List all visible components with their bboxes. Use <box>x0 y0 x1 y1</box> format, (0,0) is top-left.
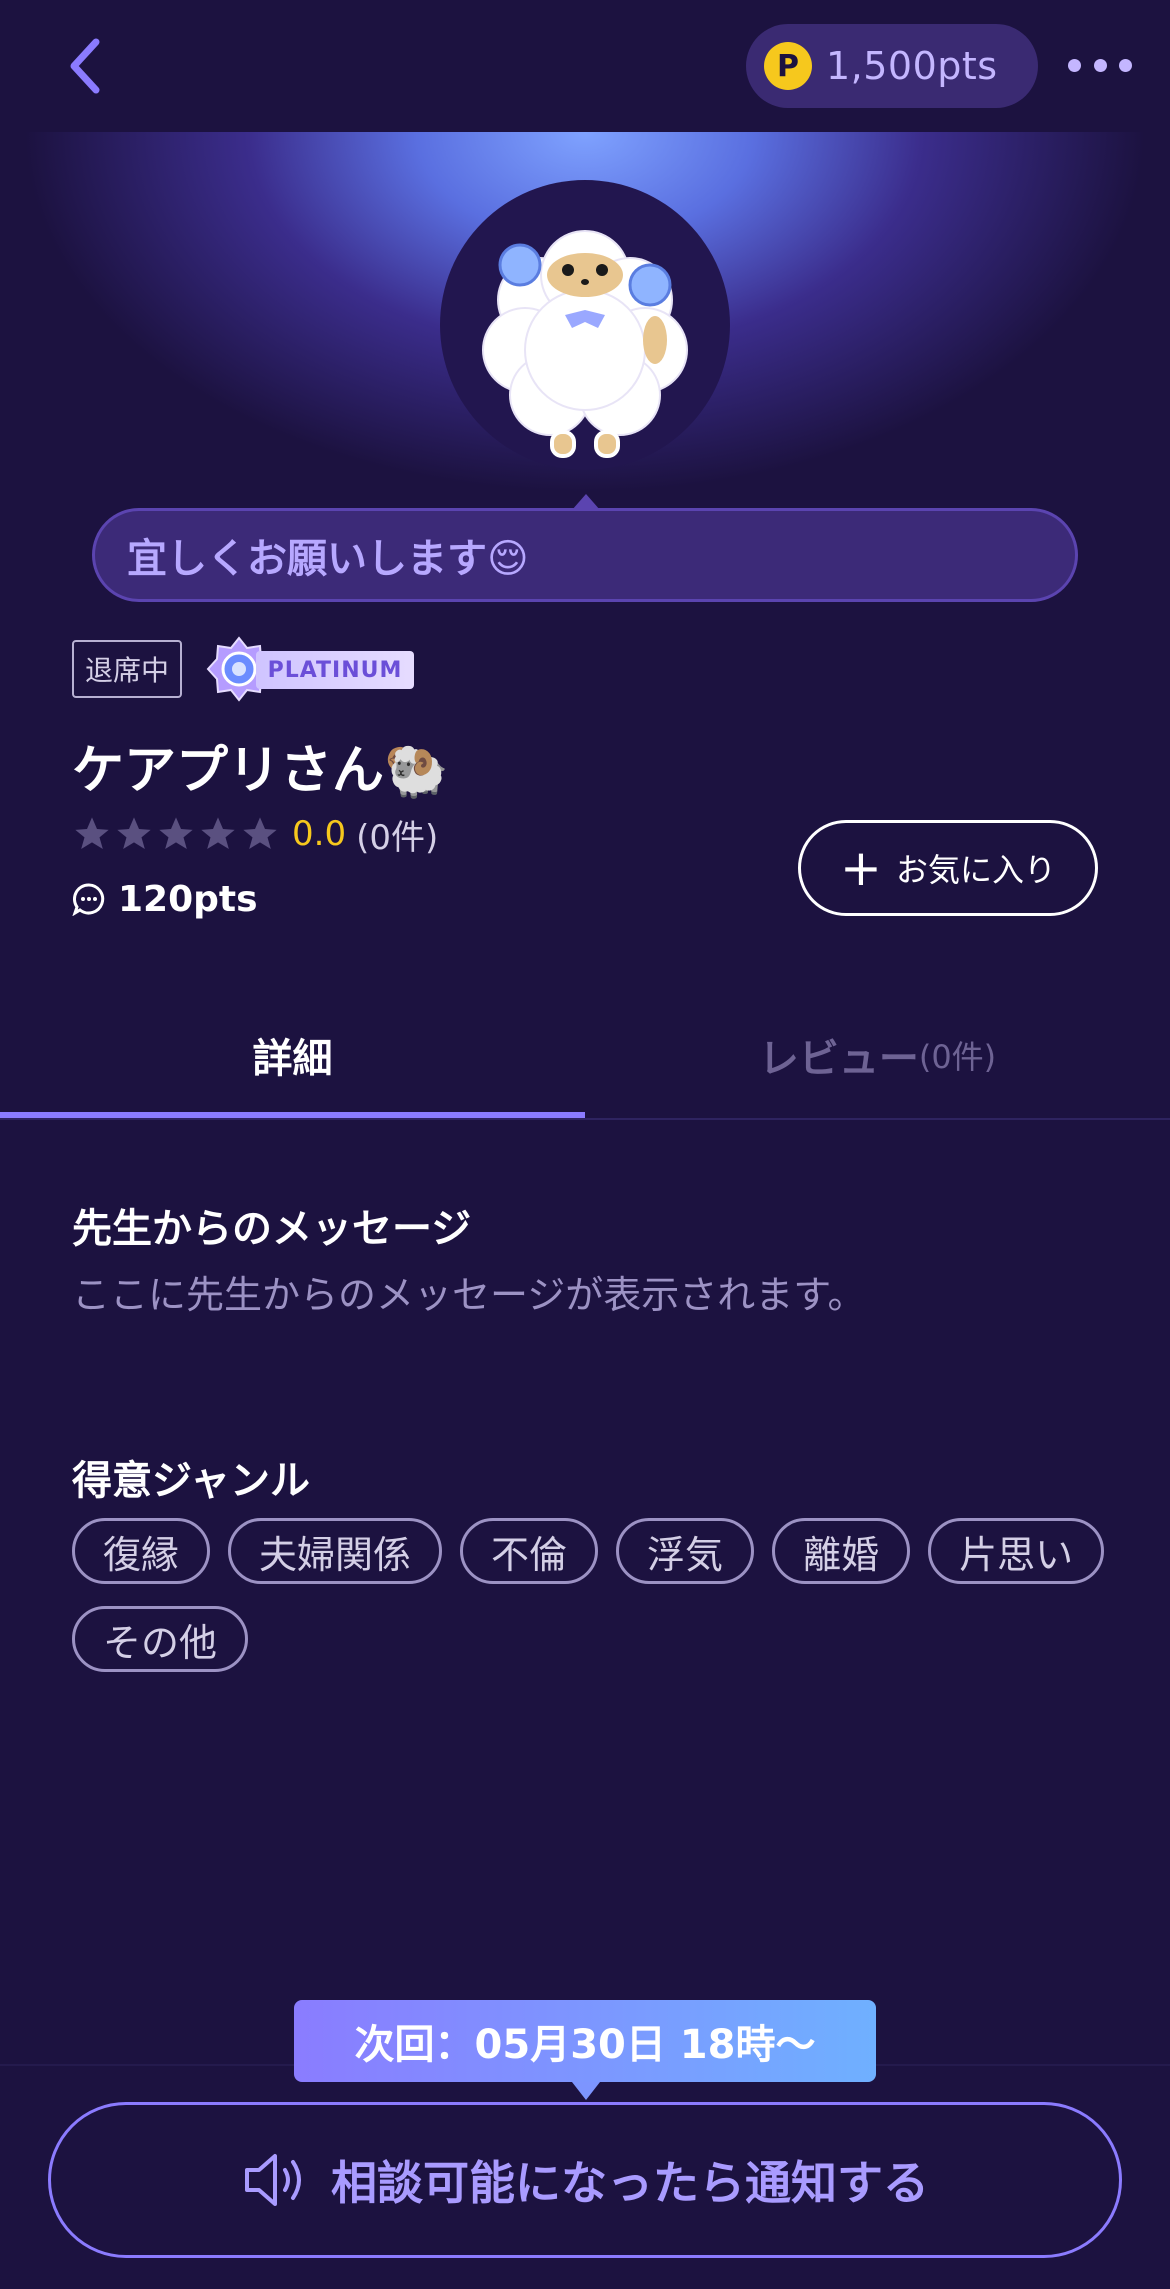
chat-price: 120pts <box>72 876 258 922</box>
genre-tag: その他 <box>72 1606 249 1672</box>
genre-tag-list: 復縁 夫婦関係 不倫 浮気 離婚 片思い その他 <box>72 1518 1112 1672</box>
genre-tag: 片思い <box>928 1518 1105 1584</box>
rating: 0.0 (0件) <box>72 812 439 858</box>
star-empty-icon <box>117 817 151 849</box>
notify-when-available-button[interactable]: 相談可能になったら通知する <box>48 2102 1122 2258</box>
genre-tag: 離婚 <box>772 1518 911 1584</box>
genre-tag: 復縁 <box>72 1518 211 1584</box>
points-balance[interactable]: P 1,500pts <box>746 24 1038 108</box>
rating-count: (0件) <box>356 817 439 858</box>
more-options-button[interactable] <box>1060 40 1140 90</box>
active-tab-indicator <box>0 1112 585 1118</box>
genres-title: 得意ジャンル <box>72 1458 310 1504</box>
rank-label: PLATINUM <box>256 651 414 689</box>
star-empty-icon <box>159 817 193 849</box>
message-body: ここに先生からのメッセージが表示されます。 <box>72 1273 866 1317</box>
genre-tag: 不倫 <box>460 1518 599 1584</box>
message-title: 先生からのメッセージ <box>72 1206 472 1252</box>
chevron-left-icon <box>70 38 100 94</box>
back-button[interactable] <box>48 30 120 102</box>
more-dot-icon <box>1093 58 1107 72</box>
add-favorite-button[interactable]: + お気に入り <box>798 820 1098 916</box>
genre-tag: 浮気 <box>616 1518 755 1584</box>
page: P 1,500pts 宜しくお願いします😌 退席中 PLATINUM ケアプリさ… <box>0 0 1170 2289</box>
status-badge: 退席中 <box>72 640 182 698</box>
star-empty-icon <box>243 817 277 849</box>
tab-bar: 詳細 レビュー (0件) <box>0 990 1170 1120</box>
tab-reviews-count: (0件) <box>918 1038 997 1076</box>
top-nav: P 1,500pts <box>0 0 1170 132</box>
coin-icon: P <box>764 42 812 90</box>
tab-reviews-label: レビュー <box>758 1036 919 1082</box>
points-value: 1,500pts <box>826 44 998 88</box>
notify-label: 相談可能になったら通知する <box>331 2156 929 2210</box>
plus-icon: + <box>840 839 882 897</box>
favorite-label: お気に入り <box>895 851 1056 889</box>
speaker-icon <box>245 2154 301 2206</box>
price-value: 120pts <box>118 878 258 920</box>
next-availability-tail <box>572 2082 600 2100</box>
star-empty-icon <box>201 817 235 849</box>
genre-tag: 夫婦関係 <box>228 1518 443 1584</box>
greeting-bubble: 宜しくお願いします😌 <box>92 508 1078 602</box>
more-dot-icon <box>1068 58 1081 72</box>
tab-details[interactable]: 詳細 <box>0 990 585 1120</box>
sheep-avatar-icon <box>482 230 688 458</box>
avatar[interactable] <box>440 180 730 470</box>
next-availability-label: 次回：05月30日 18時〜 <box>294 2000 876 2082</box>
star-empty-icon <box>75 817 109 849</box>
rank-badge: PLATINUM <box>206 636 416 702</box>
rating-value: 0.0 <box>292 814 347 854</box>
counselor-name: ケアプリさん🐏 <box>72 741 449 801</box>
chat-bubble-icon <box>72 883 105 916</box>
tab-reviews[interactable]: レビュー (0件) <box>585 990 1170 1120</box>
more-dot-icon <box>1119 58 1132 72</box>
